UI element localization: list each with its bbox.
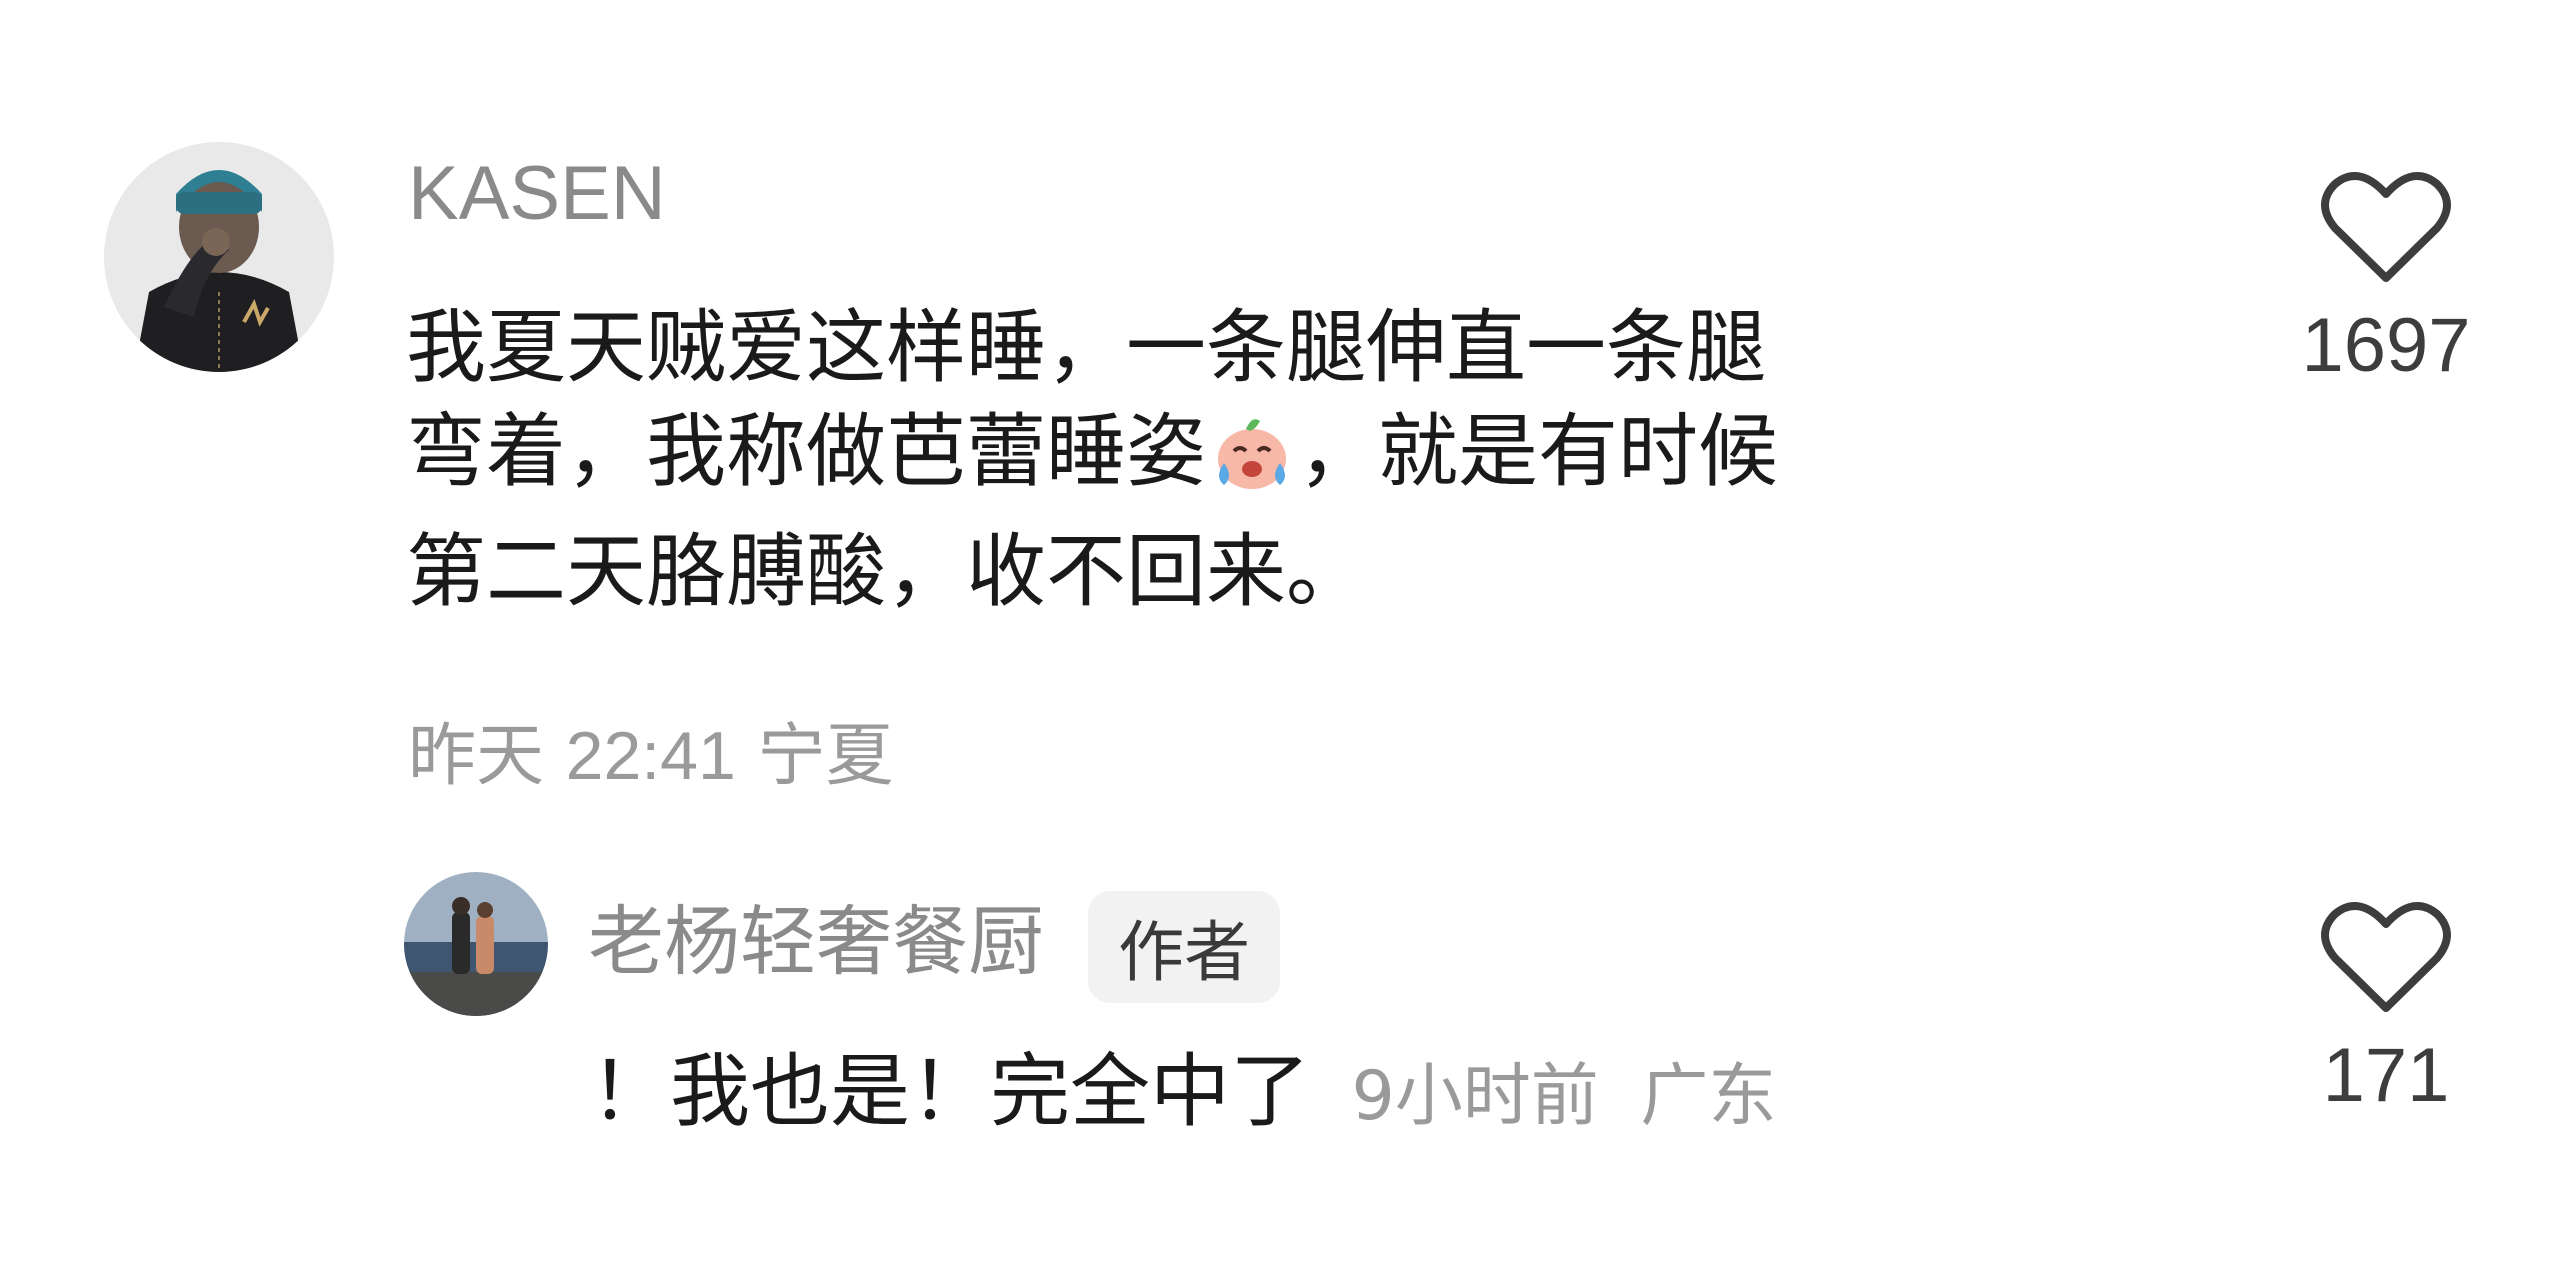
reply-row: ！我也是！完全中了 9小时前 广东 — [590, 1040, 1776, 1149]
reply-meta: 9小时前 广东 — [1351, 1057, 1776, 1136]
comment-meta: 昨天 22:41 宁夏 — [408, 700, 893, 799]
reply-heart-outline-icon — [2321, 902, 2451, 1012]
comment-date: 昨天 — [408, 717, 545, 796]
reply-like-button[interactable]: 171 — [2276, 900, 2496, 1119]
comment-text-line-3: 第二天胳膊酸，收不回来。 — [406, 525, 1366, 618]
heart-outline-icon — [2321, 172, 2451, 282]
user-avatar[interactable] — [104, 142, 334, 372]
comment-location: 宁夏 — [757, 717, 894, 796]
comment-text-line-2-a: 弯着，我称做芭蕾睡姿 — [406, 405, 1206, 498]
reply-location: 广东 — [1640, 1057, 1777, 1136]
comment-time: 22:41 — [565, 718, 736, 794]
author-badge: 作者 — [1088, 891, 1281, 1003]
avatar-photo-icon — [104, 142, 334, 372]
reply-text: ！我也是！完全中了 — [590, 1045, 1310, 1138]
comment-like-count: 1697 — [2301, 303, 2471, 388]
comment-text-line-2-b: ，就是有时候 — [1298, 405, 1778, 498]
comment-like-button[interactable]: 1697 — [2276, 170, 2496, 389]
reply-avatar[interactable] — [404, 872, 548, 1016]
reply-username-text: 老杨轻奢餐厨 — [588, 897, 1044, 986]
reply-username[interactable]: 老杨轻奢餐厨 作者 — [588, 880, 1281, 1003]
comment-username[interactable]: KASEN — [408, 150, 666, 237]
comment-text-line-1: 我夏天贼爱这样睡，一条腿伸直一条腿 — [406, 301, 1766, 394]
reply-time: 9小时前 — [1351, 1057, 1599, 1136]
comment-text-line-2: 弯着，我称做芭蕾睡姿 ，就是有时候 — [406, 400, 2206, 520]
reply-avatar-photo-icon — [404, 872, 548, 1016]
comment-text: 我夏天贼爱这样睡，一条腿伸直一条腿 弯着，我称做芭蕾睡姿 ，就是有时候 第二天胳… — [406, 296, 2206, 624]
reply-like-count: 171 — [2322, 1033, 2450, 1118]
crying-laughing-face-emoji-icon — [1210, 411, 1294, 520]
